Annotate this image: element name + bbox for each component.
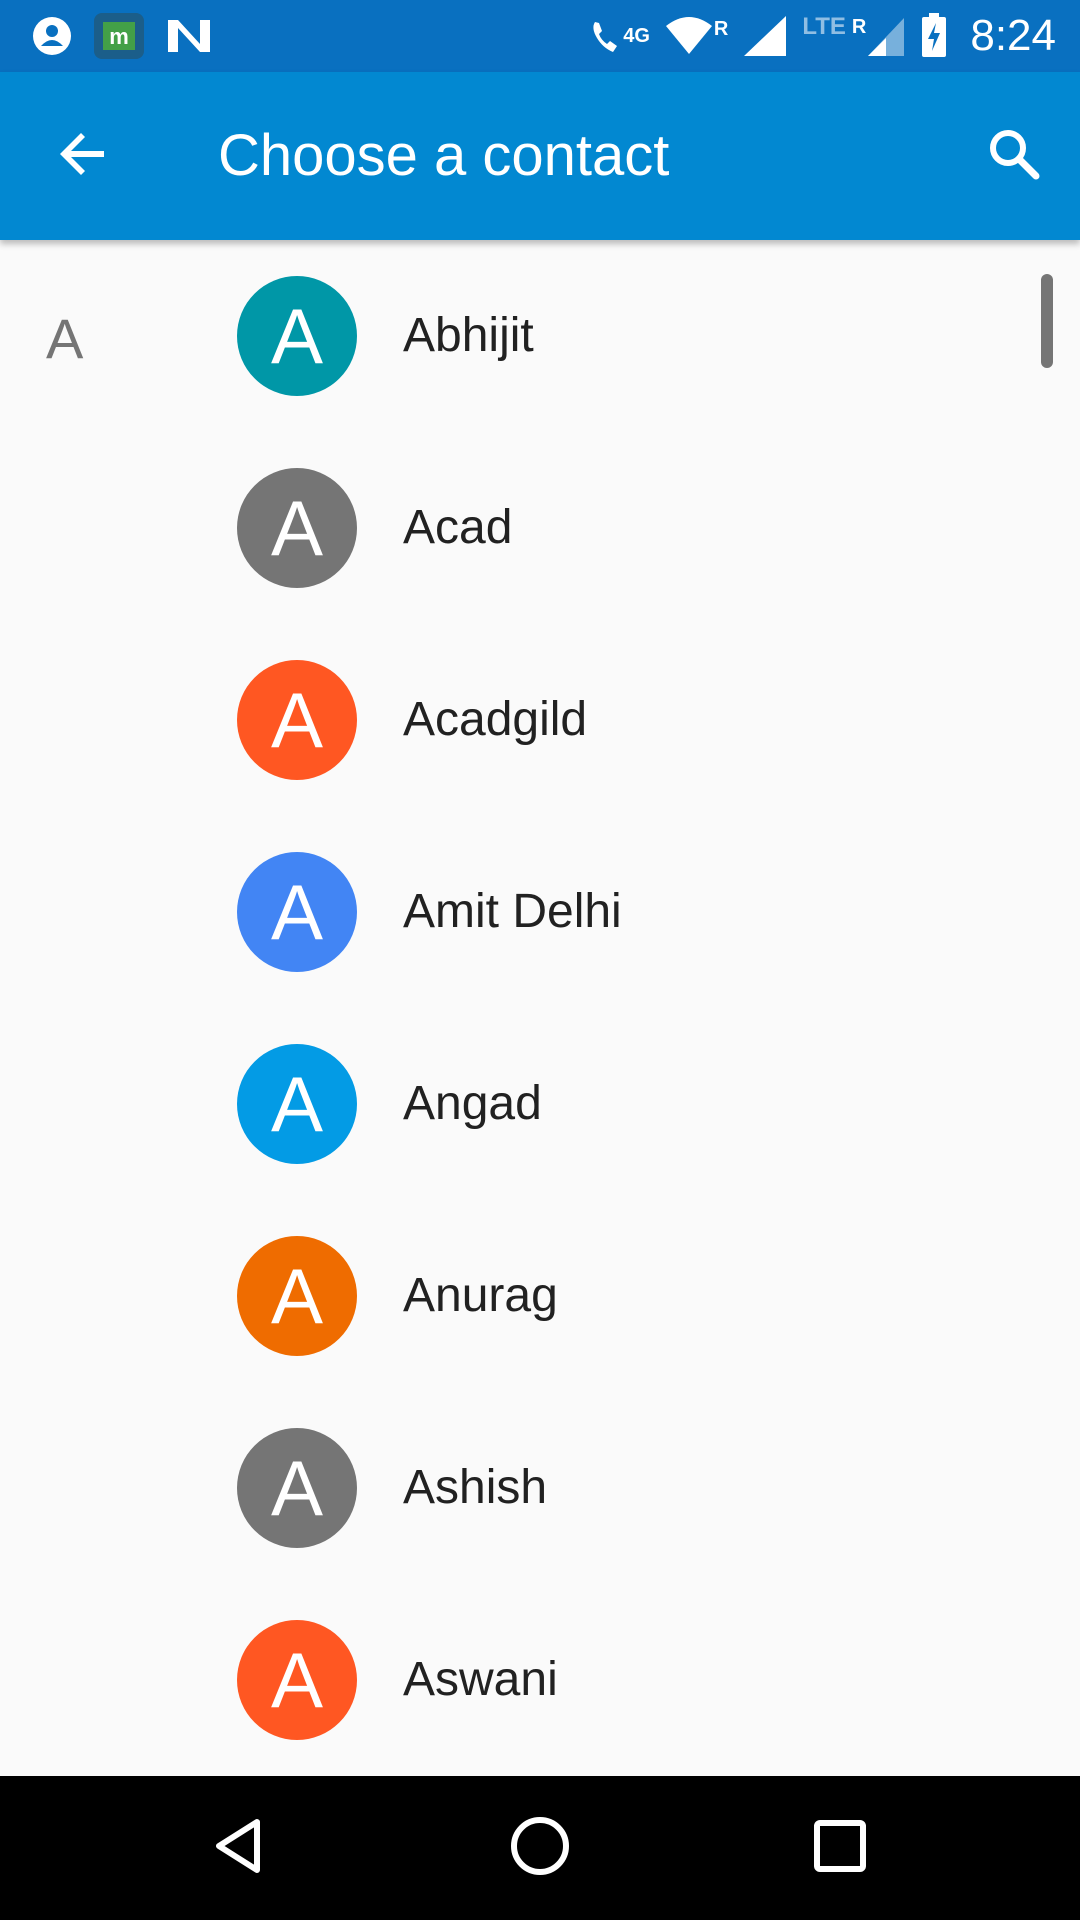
contact-name: Angad (403, 1077, 542, 1130)
avatar: A (237, 852, 357, 972)
contact-name: Aswani (403, 1653, 558, 1706)
account-circle-icon (32, 16, 72, 56)
home-circle-icon (508, 1814, 572, 1883)
contact-row[interactable]: A Aswani (0, 1584, 1080, 1776)
contact-name: Abhijit (403, 309, 534, 362)
m-app-icon: m (94, 13, 144, 59)
clock: 8:24 (970, 11, 1056, 60)
contact-list[interactable]: A A Abhijit A Acad A Acadgild A Amit Delhi A Anga… (0, 240, 1080, 1776)
system-icons: 4G R LTE R 8:24 (589, 0, 1056, 72)
arrow-back-icon (56, 126, 112, 187)
contact-name: Ashish (403, 1461, 548, 1514)
nav-home-button[interactable] (490, 1808, 590, 1888)
nav-back-button[interactable] (191, 1808, 291, 1888)
avatar: A (237, 1620, 357, 1740)
avatar: A (237, 276, 357, 396)
recents-square-icon (808, 1814, 872, 1883)
scrollbar-thumb[interactable] (1041, 274, 1053, 368)
contact-name: Amit Delhi (403, 885, 622, 938)
contact-name: Anurag (403, 1269, 558, 1322)
svg-text:m: m (109, 24, 129, 49)
contact-row[interactable]: A Angad (0, 1008, 1080, 1200)
battery-charging-icon (920, 13, 948, 59)
contact-name: Acad (403, 501, 513, 554)
contact-row[interactable]: A Amit Delhi (0, 816, 1080, 1008)
avatar: A (237, 1236, 357, 1356)
back-button[interactable] (44, 116, 124, 196)
contact-name: Acadgild (403, 693, 588, 746)
avatar: A (237, 1428, 357, 1548)
wifi-calling-icon: 4G (589, 16, 650, 56)
back-triangle-icon (209, 1814, 273, 1883)
search-icon (986, 126, 1042, 187)
search-button[interactable] (974, 116, 1054, 196)
lte-signal-icon: LTE R (802, 13, 906, 58)
contact-row[interactable]: A Acadgild (0, 624, 1080, 816)
notification-icons: m (32, 12, 212, 60)
contact-row[interactable]: A Abhijit (0, 240, 1080, 432)
signal-icon (742, 14, 788, 58)
avatar: A (237, 660, 357, 780)
n-app-icon (166, 16, 212, 56)
avatar: A (237, 1044, 357, 1164)
contact-row[interactable]: A Acad (0, 432, 1080, 624)
navigation-bar (0, 1776, 1080, 1920)
status-bar: m 4G R LTE R 8:24 (0, 0, 1080, 72)
contact-row[interactable]: A Anurag (0, 1200, 1080, 1392)
nav-recents-button[interactable] (790, 1808, 890, 1888)
app-bar: Choose a contact (0, 72, 1080, 240)
avatar: A (237, 468, 357, 588)
wifi-icon: R (664, 16, 728, 56)
contact-row[interactable]: A Ashish (0, 1392, 1080, 1584)
page-title: Choose a contact (218, 123, 670, 188)
